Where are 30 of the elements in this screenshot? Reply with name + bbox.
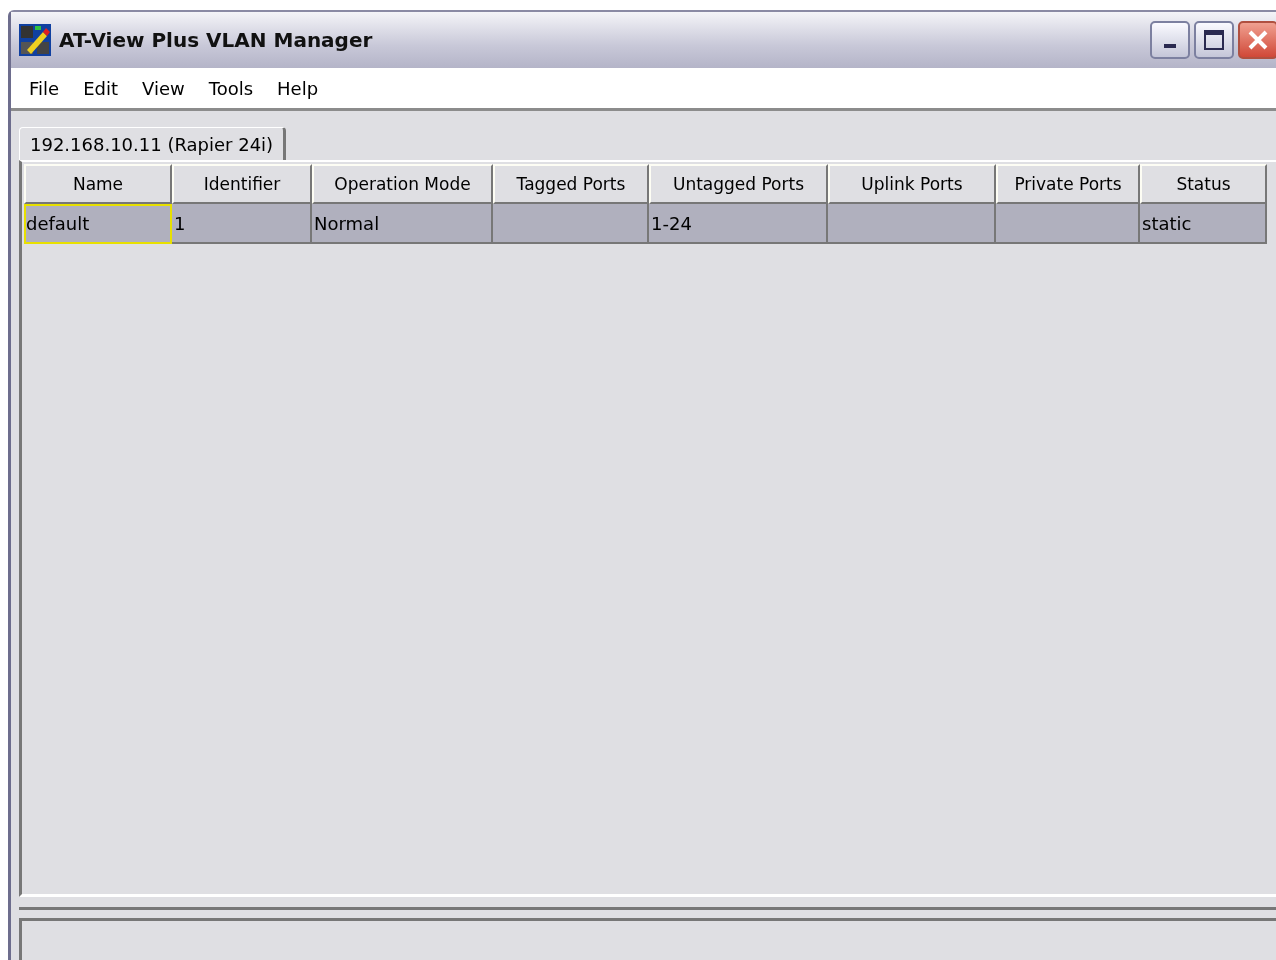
menu-item[interactable]: Help xyxy=(265,77,331,99)
maximize-icon xyxy=(1202,28,1226,52)
tab[interactable]: 192.168.10.11 (Rapier 24i) xyxy=(19,127,287,160)
menu-item[interactable]: Tools xyxy=(196,77,266,99)
menu-item[interactable]: View xyxy=(130,77,197,99)
close-button[interactable] xyxy=(1238,21,1276,59)
maximize-button[interactable] xyxy=(1194,21,1234,59)
close-icon xyxy=(1246,28,1270,52)
minimize-button[interactable] xyxy=(1150,21,1190,59)
column-header[interactable]: Identifier xyxy=(172,164,312,204)
table-cell[interactable]: static xyxy=(1140,204,1267,244)
column-header[interactable]: Status xyxy=(1140,164,1267,204)
table-cell[interactable] xyxy=(828,204,996,244)
table-cell[interactable]: 1 xyxy=(172,204,312,244)
minimize-icon xyxy=(1164,44,1176,48)
column-header[interactable]: Private Ports xyxy=(996,164,1140,204)
table-cell[interactable] xyxy=(493,204,649,244)
column-header[interactable]: Operation Mode xyxy=(312,164,493,204)
column-header[interactable]: Tagged Ports xyxy=(493,164,649,204)
table-cell[interactable]: Normal xyxy=(312,204,493,244)
window-title: AT-View Plus VLAN Manager xyxy=(59,28,374,52)
menu-item[interactable]: File xyxy=(17,77,72,99)
table-cell[interactable]: 1-24 xyxy=(649,204,828,244)
app-icon xyxy=(19,24,51,56)
column-header[interactable]: Name xyxy=(24,164,172,204)
table-cell[interactable] xyxy=(996,204,1140,244)
table-cell[interactable]: default xyxy=(24,204,172,244)
column-header[interactable]: Untagged Ports xyxy=(649,164,828,204)
column-header[interactable]: Uplink Ports xyxy=(828,164,996,204)
menu-item[interactable]: Edit xyxy=(71,77,130,99)
